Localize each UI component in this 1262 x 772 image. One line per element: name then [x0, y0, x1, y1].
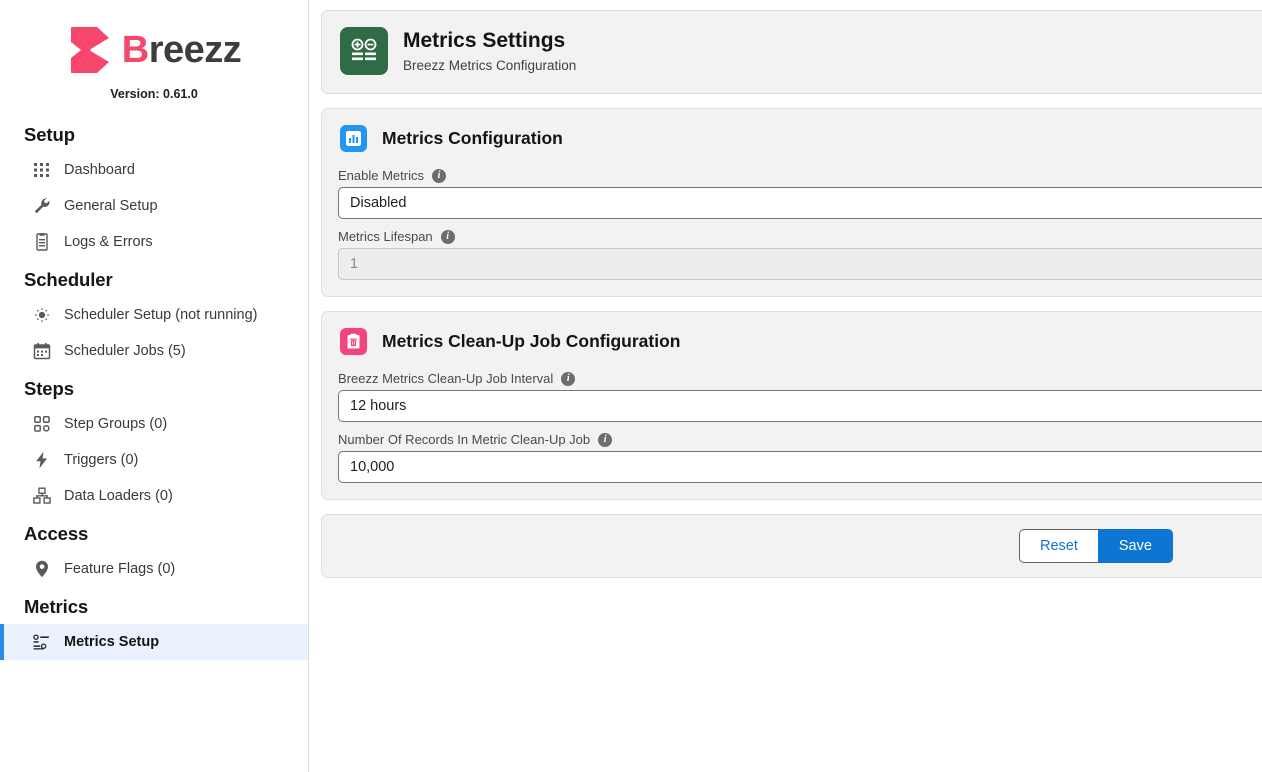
cleanup-job-interval-select[interactable]	[338, 390, 1262, 422]
action-button-group: Reset Save	[1019, 529, 1173, 563]
sidebar-item-triggers[interactable]: Triggers (0)	[0, 442, 308, 478]
sidebar: Breezz Version: 0.61.0 Setup Dashboard	[0, 0, 309, 772]
map-pin-icon	[32, 559, 52, 579]
page-title: Metrics Settings	[403, 29, 576, 53]
field-label: Metrics Lifespan i	[338, 229, 1262, 244]
enable-metrics-select[interactable]	[338, 187, 1262, 219]
nav-section-setup: Setup	[0, 115, 308, 152]
page-subtitle: Breezz Metrics Configuration	[403, 58, 576, 73]
page-header-card: Metrics Settings Breezz Metrics Configur…	[321, 10, 1262, 94]
metrics-lifespan-input	[338, 248, 1262, 280]
field-label: Breezz Metrics Clean-Up Job Interval i	[338, 371, 1262, 386]
field-label-text: Number Of Records In Metric Clean-Up Job	[338, 432, 590, 447]
gear-spark-icon	[32, 305, 52, 325]
sidebar-item-label: Scheduler Jobs (5)	[64, 343, 186, 359]
nav-section-steps: Steps	[0, 369, 308, 406]
nav-section-access: Access	[0, 514, 308, 551]
calendar-icon	[32, 341, 52, 361]
sidebar-item-metrics-setup[interactable]: Metrics Setup	[0, 624, 308, 660]
sidebar-item-label: Logs & Errors	[64, 234, 153, 250]
logo-letters-rest: reezz	[149, 29, 242, 71]
logo-letter-b: B	[122, 29, 149, 71]
page-header: Metrics Settings Breezz Metrics Configur…	[322, 11, 1262, 93]
app-root: Breezz Version: 0.61.0 Setup Dashboard	[0, 0, 1262, 772]
field-label: Enable Metrics i	[338, 168, 1262, 183]
actions-bar: Reset Save	[321, 514, 1262, 578]
sidebar-item-label: Dashboard	[64, 162, 135, 178]
card-body: Breezz Metrics Clean-Up Job Interval i N…	[322, 371, 1262, 499]
brand-block: Breezz Version: 0.61.0	[0, 0, 308, 101]
info-icon[interactable]: i	[432, 169, 446, 183]
info-icon[interactable]: i	[598, 433, 612, 447]
sidebar-item-label: Step Groups (0)	[64, 416, 167, 432]
lightning-bolt-icon	[32, 450, 52, 470]
clipboard-trash-icon	[340, 328, 367, 355]
sidebar-item-dashboard[interactable]: Dashboard	[0, 152, 308, 188]
wrench-icon	[32, 196, 52, 216]
squares-gear-icon	[32, 414, 52, 434]
field-label-text: Enable Metrics	[338, 168, 424, 183]
field-metrics-lifespan: Metrics Lifespan i	[338, 229, 1262, 280]
field-cleanup-interval: Breezz Metrics Clean-Up Job Interval i	[338, 371, 1262, 422]
sidebar-item-step-groups[interactable]: Step Groups (0)	[0, 406, 308, 442]
sidebar-item-scheduler-jobs[interactable]: Scheduler Jobs (5)	[0, 333, 308, 369]
card-header: Metrics Clean-Up Job Configuration	[322, 312, 1262, 371]
sidebar-item-general-setup[interactable]: General Setup	[0, 188, 308, 224]
nav-section-scheduler: Scheduler	[0, 260, 308, 297]
boxes-stack-icon	[32, 486, 52, 506]
sidebar-item-label: Metrics Setup	[64, 634, 159, 650]
bar-chart-icon	[340, 125, 367, 152]
logo-wordmark: Breezz	[122, 31, 242, 69]
card-header: Metrics Configuration	[322, 109, 1262, 168]
sidebar-nav: Setup Dashboard General Setup	[0, 115, 308, 660]
sidebar-item-label: Triggers (0)	[64, 452, 138, 468]
metrics-list-icon	[32, 632, 52, 652]
field-enable-metrics: Enable Metrics i	[338, 168, 1262, 219]
nav-section-metrics: Metrics	[0, 587, 308, 624]
metrics-plusminus-icon	[340, 27, 388, 75]
metrics-configuration-card: Metrics Configuration Enable Metrics i M…	[321, 108, 1262, 297]
page-header-text: Metrics Settings Breezz Metrics Configur…	[403, 29, 576, 72]
field-label-text: Metrics Lifespan	[338, 229, 433, 244]
info-icon[interactable]: i	[561, 372, 575, 386]
breezz-logo-mark-icon	[67, 25, 113, 75]
logo[interactable]: Breezz	[0, 22, 308, 78]
reset-button[interactable]: Reset	[1019, 529, 1098, 563]
card-title: Metrics Configuration	[382, 128, 563, 149]
sidebar-item-label: Scheduler Setup (not running)	[64, 307, 257, 323]
sidebar-item-label: General Setup	[64, 198, 158, 214]
card-title: Metrics Clean-Up Job Configuration	[382, 331, 680, 352]
clipboard-list-icon	[32, 232, 52, 252]
save-button[interactable]: Save	[1098, 529, 1173, 563]
sidebar-item-logs-errors[interactable]: Logs & Errors	[0, 224, 308, 260]
sidebar-item-label: Feature Flags (0)	[64, 561, 175, 577]
sidebar-item-data-loaders[interactable]: Data Loaders (0)	[0, 478, 308, 514]
sidebar-item-feature-flags[interactable]: Feature Flags (0)	[0, 551, 308, 587]
card-body: Enable Metrics i Metrics Lifespan i	[322, 168, 1262, 296]
version-label: Version: 0.61.0	[0, 87, 308, 101]
field-label: Number Of Records In Metric Clean-Up Job…	[338, 432, 1262, 447]
info-icon[interactable]: i	[441, 230, 455, 244]
sidebar-item-scheduler-setup[interactable]: Scheduler Setup (not running)	[0, 297, 308, 333]
cleanup-records-input[interactable]	[338, 451, 1262, 483]
sidebar-item-label: Data Loaders (0)	[64, 488, 173, 504]
grid-dots-icon	[32, 160, 52, 180]
main-content: Metrics Settings Breezz Metrics Configur…	[309, 0, 1262, 772]
field-label-text: Breezz Metrics Clean-Up Job Interval	[338, 371, 553, 386]
metrics-cleanup-card: Metrics Clean-Up Job Configuration Breez…	[321, 311, 1262, 500]
field-cleanup-records: Number Of Records In Metric Clean-Up Job…	[338, 432, 1262, 483]
